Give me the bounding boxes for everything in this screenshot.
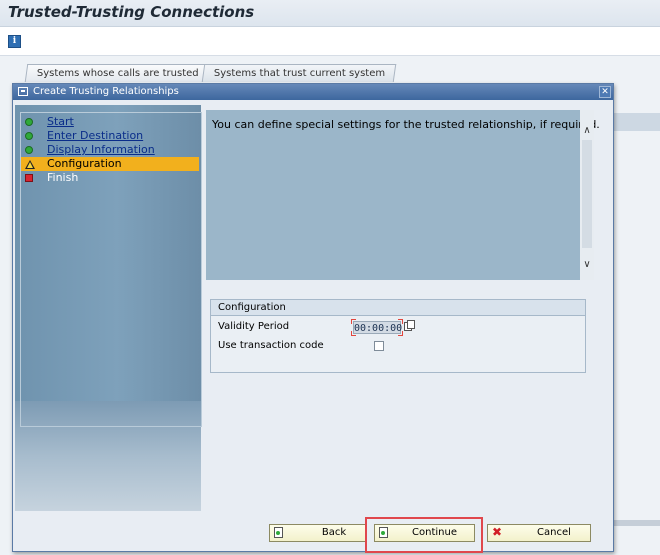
configuration-group-title: Configuration — [211, 300, 585, 316]
window-icon — [18, 87, 28, 96]
step-label[interactable]: Display Information — [47, 143, 155, 157]
red-status-icon — [25, 174, 33, 182]
create-trusting-relationships-dialog: Create Trusting Relationships ✕ Start En… — [12, 83, 614, 552]
background-panel — [612, 113, 660, 131]
step-list: Start Enter Destination Display Informat… — [20, 112, 202, 427]
step-enter-destination[interactable]: Enter Destination — [21, 129, 199, 143]
step-label: Finish — [47, 171, 79, 184]
green-status-icon — [25, 118, 33, 126]
continue-highlight-box — [365, 517, 483, 553]
value-help-icon[interactable] — [404, 320, 415, 331]
cancel-button[interactable]: ✖ Cancel — [487, 524, 591, 542]
step-label[interactable]: Start — [47, 115, 74, 129]
description-text: You can define special settings for the … — [212, 118, 600, 131]
use-transaction-code-row: Use transaction code — [218, 340, 324, 351]
step-configuration: Configuration — [21, 157, 199, 171]
scrollbar-thumb[interactable] — [582, 140, 592, 248]
use-transaction-code-label: Use transaction code — [218, 340, 324, 351]
tab-systems-that-trust-current-system[interactable]: Systems that trust current system — [201, 64, 397, 82]
back-button[interactable]: Back — [269, 524, 367, 542]
step-finish: Finish — [21, 171, 199, 185]
wizard-step-navigation: Start Enter Destination Display Informat… — [15, 105, 202, 511]
configuration-group: Configuration Validity Period 00:00:00 U… — [210, 299, 586, 373]
warning-triangle-icon — [25, 160, 35, 169]
step-start[interactable]: Start — [21, 115, 199, 129]
green-status-icon — [25, 146, 33, 154]
screen-title: Trusted-Trusting Connections — [8, 3, 255, 21]
close-icon[interactable]: ✕ — [599, 86, 611, 98]
step-label[interactable]: Enter Destination — [47, 129, 143, 143]
screen-title-bar: Trusted-Trusting Connections — [0, 0, 660, 27]
dialog-title: Create Trusting Relationships — [33, 86, 179, 97]
scroll-down-icon[interactable]: ∨ — [582, 260, 592, 270]
tab-systems-whose-calls-are-trusted[interactable]: Systems whose calls are trusted — [24, 64, 222, 82]
use-transaction-code-checkbox[interactable] — [374, 341, 384, 351]
green-status-icon — [25, 132, 33, 140]
background-footer — [612, 520, 660, 526]
step-display-information[interactable]: Display Information — [21, 143, 199, 157]
dialog-title-bar[interactable]: Create Trusting Relationships ✕ — [13, 84, 613, 100]
validity-period-input[interactable]: 00:00:00 — [351, 319, 403, 336]
application-toolbar: i — [0, 27, 660, 56]
validity-period-label: Validity Period — [218, 321, 290, 332]
description-scrollbar[interactable]: ∧ ∨ — [580, 110, 594, 280]
description-panel: You can define special settings for the … — [206, 110, 600, 280]
info-icon[interactable]: i — [8, 35, 21, 48]
scroll-up-icon[interactable]: ∧ — [582, 126, 592, 136]
step-label: Configuration — [47, 157, 122, 170]
validity-period-row: Validity Period — [218, 321, 289, 332]
